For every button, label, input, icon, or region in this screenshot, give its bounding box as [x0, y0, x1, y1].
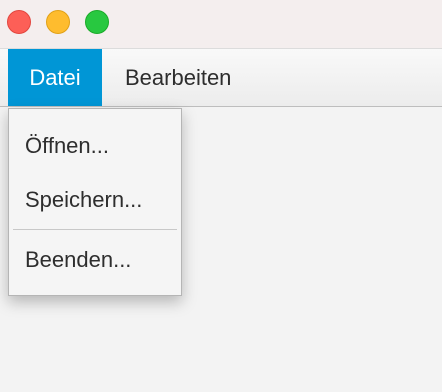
menu-bar: Datei Bearbeiten	[0, 49, 442, 107]
minimize-window-icon[interactable]	[46, 10, 70, 34]
menu-datei[interactable]: Datei	[8, 49, 102, 106]
title-bar	[0, 0, 442, 49]
menu-item-speichern[interactable]: Speichern...	[9, 175, 181, 225]
datei-dropdown-menu: Öffnen... Speichern... Beenden...	[8, 108, 182, 296]
close-window-icon[interactable]	[7, 10, 31, 34]
menu-bearbeiten[interactable]: Bearbeiten	[125, 49, 231, 106]
maximize-window-icon[interactable]	[85, 10, 109, 34]
menu-item-beenden[interactable]: Beenden...	[9, 235, 181, 285]
menu-separator	[13, 229, 177, 230]
menu-item-oeffnen[interactable]: Öffnen...	[9, 121, 181, 171]
